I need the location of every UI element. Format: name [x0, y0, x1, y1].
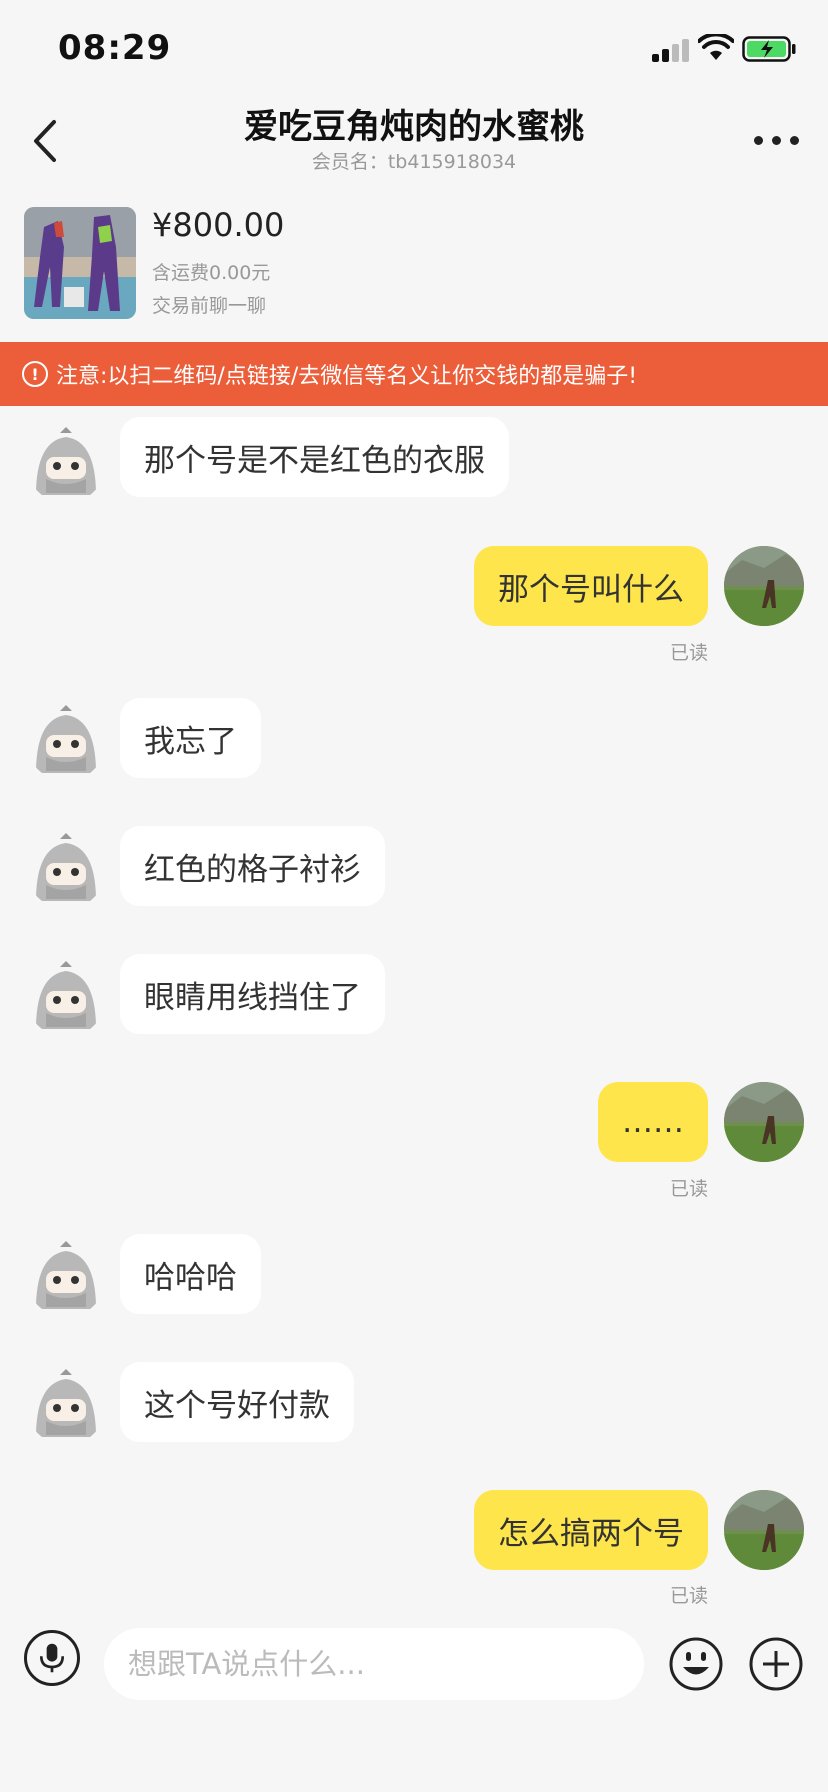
product-price: ¥800.00	[152, 206, 285, 244]
exclamation-icon: !	[22, 361, 48, 387]
more-options-icon[interactable]	[748, 124, 804, 156]
partner-avatar[interactable]	[26, 829, 106, 909]
partner-avatar[interactable]	[26, 1237, 106, 1317]
member-name: 会员名：tb415918034	[311, 151, 517, 173]
trade-note: 交易前聊一聊	[152, 295, 267, 317]
message-bubble[interactable]: 这个号好付款	[120, 1362, 354, 1442]
message-bubble[interactable]: ……	[598, 1082, 708, 1162]
message-bubble[interactable]: 哈哈哈	[120, 1234, 261, 1314]
message-bubble[interactable]: 红色的格子衬衫	[120, 826, 385, 906]
partner-avatar[interactable]	[26, 423, 106, 503]
read-status: 已读	[669, 642, 708, 664]
message-bubble[interactable]: 怎么搞两个号	[474, 1490, 708, 1570]
message-bubble[interactable]: 那个号是不是红色的衣服	[120, 417, 509, 497]
wifi-icon	[698, 34, 734, 60]
plus-icon[interactable]	[748, 1636, 804, 1692]
my-avatar[interactable]	[724, 1490, 804, 1570]
shipping-fee: 含运费0.00元	[152, 262, 271, 284]
message-input[interactable]	[104, 1628, 644, 1700]
message-bubble[interactable]: 眼睛用线挡住了	[120, 954, 385, 1034]
status-time: 08:29	[58, 28, 172, 68]
message-bubble[interactable]: 我忘了	[120, 698, 261, 778]
message-bubble[interactable]: 那个号叫什么	[474, 546, 708, 626]
chat-partner-name: 爱吃豆角炖肉的水蜜桃	[244, 107, 584, 147]
read-status: 已读	[669, 1178, 708, 1200]
partner-avatar[interactable]	[26, 701, 106, 781]
emoji-icon[interactable]	[668, 1636, 724, 1692]
battery-charging-icon	[742, 36, 796, 62]
partner-avatar[interactable]	[26, 1365, 106, 1445]
cellular-signal-icon	[652, 38, 690, 62]
scam-warning-banner: ! 注意:以扫二维码/点链接/去微信等名义让你交钱的都是骗子!	[0, 342, 828, 406]
my-avatar[interactable]	[724, 546, 804, 626]
warning-text: 注意:以扫二维码/点链接/去微信等名义让你交钱的都是骗子!	[56, 364, 638, 389]
read-status: 已读	[669, 1585, 708, 1607]
status-bar: 08:29	[0, 0, 828, 100]
partner-avatar[interactable]	[26, 957, 106, 1037]
my-avatar[interactable]	[724, 1082, 804, 1162]
product-image[interactable]	[24, 207, 136, 319]
microphone-icon[interactable]	[24, 1630, 80, 1686]
